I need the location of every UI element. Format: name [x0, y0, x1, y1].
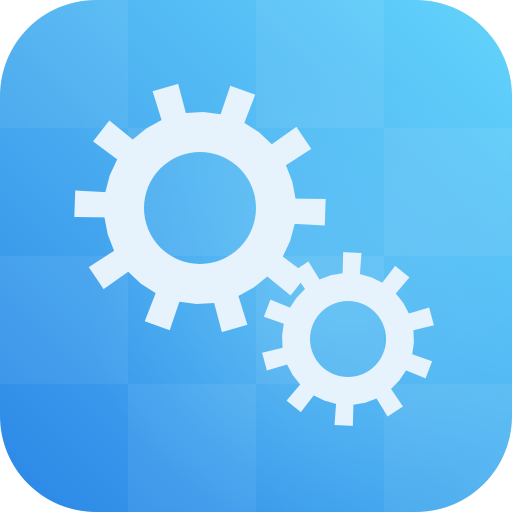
icon-canvas	[0, 0, 512, 512]
settings-app-icon[interactable]	[0, 0, 512, 512]
